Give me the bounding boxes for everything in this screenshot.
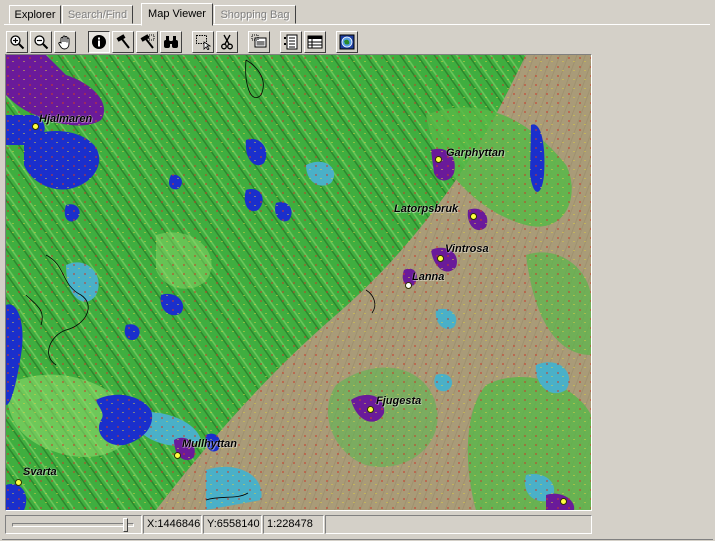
place-dot-edge[interactable] bbox=[560, 498, 567, 505]
select-area-button[interactable] bbox=[192, 31, 214, 53]
zoom-slider-track[interactable] bbox=[12, 523, 134, 527]
tab-map-viewer-label: Map Viewer bbox=[148, 8, 206, 20]
empty-side-panel bbox=[594, 54, 710, 511]
place-dot-latorpsbruk[interactable] bbox=[470, 213, 477, 220]
tab-divider bbox=[4, 24, 710, 25]
place-label-fjugesta: Fjugesta bbox=[376, 395, 422, 407]
place-dot-garphyttan[interactable] bbox=[435, 156, 442, 163]
place-dot-hjalmaren[interactable] bbox=[32, 123, 39, 130]
pan-button[interactable] bbox=[54, 31, 76, 53]
zoom-out-button[interactable] bbox=[30, 31, 52, 53]
hammer-select-button[interactable] bbox=[136, 31, 158, 53]
tab-shopping-bag[interactable]: Shopping Bag bbox=[214, 5, 296, 24]
zoom-in-button[interactable] bbox=[6, 31, 28, 53]
place-label-vintrosa: Vintrosa bbox=[445, 243, 489, 255]
tab-shopping-bag-label: Shopping Bag bbox=[220, 9, 290, 21]
terrain-map-image bbox=[6, 55, 591, 510]
tab-explorer[interactable]: Explorer bbox=[9, 5, 61, 24]
place-dot-mullhyttan[interactable] bbox=[174, 452, 181, 459]
zoom-in-icon bbox=[10, 35, 25, 50]
image-layers-button[interactable] bbox=[248, 31, 270, 53]
find-button[interactable] bbox=[160, 31, 182, 53]
hammer-select-icon bbox=[140, 34, 155, 49]
map-canvas[interactable]: Hjalmaren Garphyttan Latorpsbruk Vintros… bbox=[5, 54, 592, 511]
info-button[interactable] bbox=[88, 31, 110, 53]
tab-search-find[interactable]: Search/Find bbox=[62, 5, 133, 24]
place-dot-fjugesta[interactable] bbox=[367, 406, 374, 413]
globe-icon bbox=[339, 34, 355, 50]
globe-button[interactable] bbox=[336, 31, 358, 53]
place-label-garphyttan: Garphyttan bbox=[446, 147, 505, 159]
place-dot-svarta[interactable] bbox=[15, 479, 22, 486]
zoom-slider-panel bbox=[5, 515, 142, 534]
tab-strip: Explorer Search/Find Map Viewer Shopping… bbox=[6, 3, 706, 26]
cut-button[interactable] bbox=[216, 31, 238, 53]
place-label-mullhyttan: Mullhyttan bbox=[182, 438, 237, 450]
map-toolbar bbox=[6, 31, 706, 55]
zoom-slider-thumb[interactable] bbox=[123, 518, 129, 532]
tab-map-viewer[interactable]: Map Viewer bbox=[141, 3, 213, 26]
info-icon bbox=[92, 35, 106, 49]
image-stack-icon bbox=[251, 34, 267, 48]
y-coordinate: Y:6558140 bbox=[203, 515, 262, 534]
select-area-icon bbox=[196, 35, 211, 50]
table-icon bbox=[307, 35, 323, 49]
tab-explorer-label: Explorer bbox=[14, 9, 56, 21]
hammer-icon bbox=[116, 34, 130, 49]
window-bottom-edge bbox=[2, 539, 713, 540]
x-coordinate: X:1446846 bbox=[143, 515, 202, 534]
place-dot-lanna[interactable] bbox=[405, 282, 412, 289]
table-button[interactable] bbox=[304, 31, 326, 53]
place-dot-vintrosa[interactable] bbox=[437, 255, 444, 262]
legend-button[interactable] bbox=[280, 31, 302, 53]
place-label-latorpsbruk: Latorpsbruk bbox=[394, 203, 459, 215]
place-label-lanna: Lanna bbox=[412, 271, 445, 283]
place-label-hjalmaren: Hjalmaren bbox=[39, 113, 93, 125]
status-bar: X:1446846 Y:6558140 1:228478 bbox=[5, 515, 592, 535]
pan-hand-icon bbox=[58, 35, 70, 50]
status-message bbox=[325, 515, 592, 534]
scissors-icon bbox=[221, 34, 233, 50]
binoculars-icon bbox=[164, 36, 178, 48]
legend-list-icon bbox=[284, 34, 298, 50]
map-scale: 1:228478 bbox=[263, 515, 324, 534]
zoom-out-icon bbox=[34, 35, 49, 50]
place-label-svarta: Svarta bbox=[23, 466, 57, 478]
hammer-button[interactable] bbox=[112, 31, 134, 53]
tab-search-find-label: Search/Find bbox=[67, 9, 128, 21]
